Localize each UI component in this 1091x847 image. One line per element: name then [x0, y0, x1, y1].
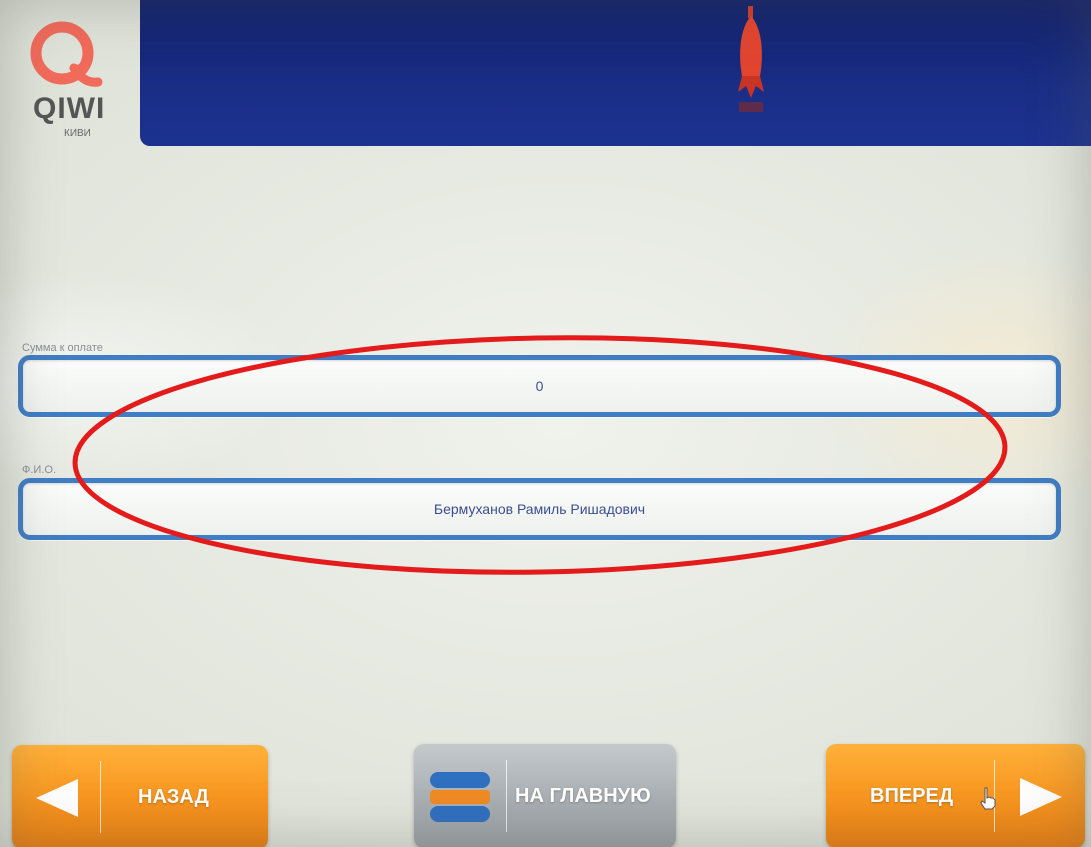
kiosk-screen: QIWI КИВИ Сумма к оплате 0 Ф.И.О. Бермух… [0, 0, 1091, 847]
header-banner [140, 0, 1091, 146]
back-button[interactable]: НАЗАД [12, 745, 268, 847]
amount-field[interactable]: 0 [18, 355, 1061, 417]
back-label: НАЗАД [138, 785, 209, 808]
operator-logo-icon [738, 6, 764, 112]
home-button[interactable]: НА ГЛАВНУЮ [414, 744, 676, 847]
left-arrow-icon [36, 779, 78, 817]
home-label: НА ГЛАВНУЮ [515, 784, 651, 807]
fio-value: Бермуханов Рамиль Ришадович [433, 501, 646, 517]
amount-value: 0 [535, 378, 544, 394]
back-divider [100, 761, 101, 833]
logo-subtext: КИВИ [64, 128, 91, 139]
fio-label: Ф.И.О. [22, 464, 56, 476]
right-arrow-icon [1020, 778, 1062, 816]
amount-label: Сумма к оплате [22, 342, 103, 354]
home-divider [506, 760, 507, 832]
qiwi-logo-icon [30, 21, 103, 87]
fio-field[interactable]: Бермуханов Рамиль Ришадович [18, 478, 1061, 540]
logo-text: QIWI [33, 92, 106, 125]
next-label: ВПЕРЕД [870, 784, 954, 807]
home-stack-icon [430, 772, 490, 822]
next-button[interactable]: ВПЕРЕД [826, 744, 1085, 847]
hand-cursor-icon [980, 787, 996, 810]
